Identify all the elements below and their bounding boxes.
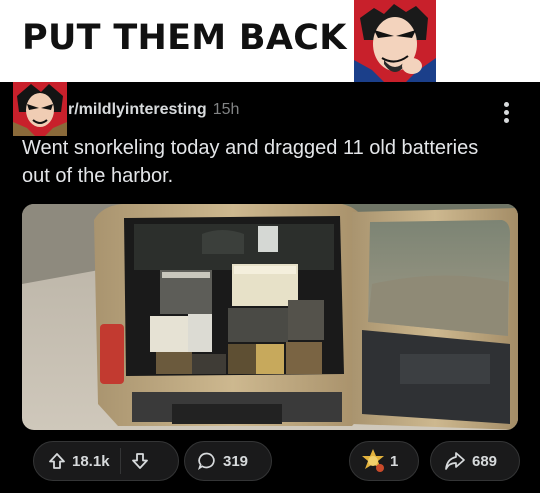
meme-caption: PUT THEM BACK (22, 18, 347, 58)
subreddit-avatar[interactable] (13, 82, 67, 136)
more-options-icon[interactable] (497, 100, 515, 126)
meme-header: PUT THEM BACK (0, 0, 540, 82)
share-button[interactable]: 689 (430, 441, 520, 481)
award-medal-icon (360, 448, 386, 474)
post-meta: r/mildlyinteresting 15h (68, 101, 239, 119)
post-age: 15h (212, 101, 240, 118)
comment-count: 319 (223, 452, 249, 470)
upvote-arrow-icon (48, 452, 66, 470)
downvote-arrow-icon (131, 452, 149, 470)
upvote-button[interactable]: 18.1k (34, 452, 110, 470)
share-arrow-icon (444, 451, 466, 471)
subreddit-name[interactable]: r/mildlyinteresting (68, 101, 207, 118)
vote-controls: 18.1k (33, 441, 179, 481)
post-title[interactable]: Went snorkeling today and dragged 11 old… (22, 134, 502, 190)
comments-button[interactable]: 319 (184, 441, 272, 481)
award-button[interactable]: 1 (349, 441, 419, 481)
upvote-count: 18.1k (72, 452, 110, 470)
share-count: 689 (472, 452, 498, 470)
downvote-button[interactable] (121, 452, 149, 470)
villain-face-icon (354, 0, 436, 82)
car-trunk-batteries-photo[interactable] (22, 204, 518, 430)
comment-bubble-icon (197, 451, 217, 471)
award-count: 1 (390, 452, 399, 470)
reddit-post: r/mildlyinteresting 15h Went snorkeling t… (0, 82, 540, 493)
